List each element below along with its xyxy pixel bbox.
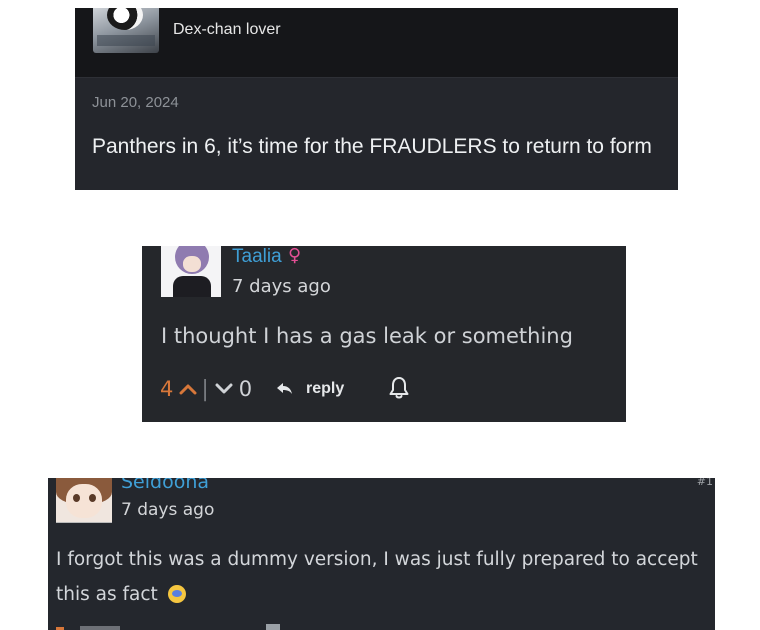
comment-number[interactable]: #1 <box>697 478 713 488</box>
reply-button[interactable]: reply <box>276 375 344 403</box>
downvote-arrow-icon[interactable] <box>215 383 233 395</box>
comment-card-2: Taalia ♀ 7 days ago I thought I has a ga… <box>142 246 626 422</box>
avatar-watermark <box>97 35 155 46</box>
comment-text: I forgot this was a dummy version, I was… <box>56 549 698 605</box>
comment-time: 7 days ago <box>121 500 215 520</box>
comment-body: I thought I has a gas leak or something <box>161 324 573 348</box>
avatar-face <box>107 8 143 30</box>
vote-separator: | <box>201 376 209 402</box>
female-icon: ♀ <box>288 246 302 266</box>
vote-controls: 4 | 0 <box>160 375 252 403</box>
avatar-eye <box>89 494 96 502</box>
comment-header: Dex-chan lover <box>75 8 678 78</box>
downvote-count: 0 <box>238 377 253 401</box>
avatar-face <box>183 256 201 272</box>
reply-arrow-icon <box>277 383 292 394</box>
comment-card-1: Dex-chan lover Jun 20, 2024 Panthers in … <box>75 8 678 190</box>
username[interactable]: Taalia <box>232 246 282 268</box>
avatar-body <box>173 276 211 297</box>
comment-body: Panthers in 6, it’s time for the FRAUDLE… <box>92 135 652 158</box>
reply-label: reply <box>306 380 345 397</box>
upvote-arrow-icon[interactable] <box>179 383 197 395</box>
username[interactable]: Dex-chan lover <box>173 21 281 39</box>
user-avatar[interactable] <box>93 8 159 53</box>
avatar-face <box>66 484 102 518</box>
username[interactable]: Seldoona <box>121 478 209 493</box>
vote-controls-cutoff <box>56 624 280 630</box>
avatar-eye <box>73 494 80 502</box>
comment-time: 7 days ago <box>232 276 331 297</box>
crying-face-icon <box>167 585 186 603</box>
comment-card-3: Seldoona #1 7 days ago I forgot this was… <box>48 478 715 630</box>
post-date: Jun 20, 2024 <box>92 94 179 111</box>
upvote-count: 4 <box>160 377 174 401</box>
bell-icon[interactable] <box>388 376 410 400</box>
user-avatar[interactable] <box>56 478 112 523</box>
comment-body: I forgot this was a dummy version, I was… <box>56 542 706 612</box>
user-avatar[interactable] <box>161 246 221 297</box>
